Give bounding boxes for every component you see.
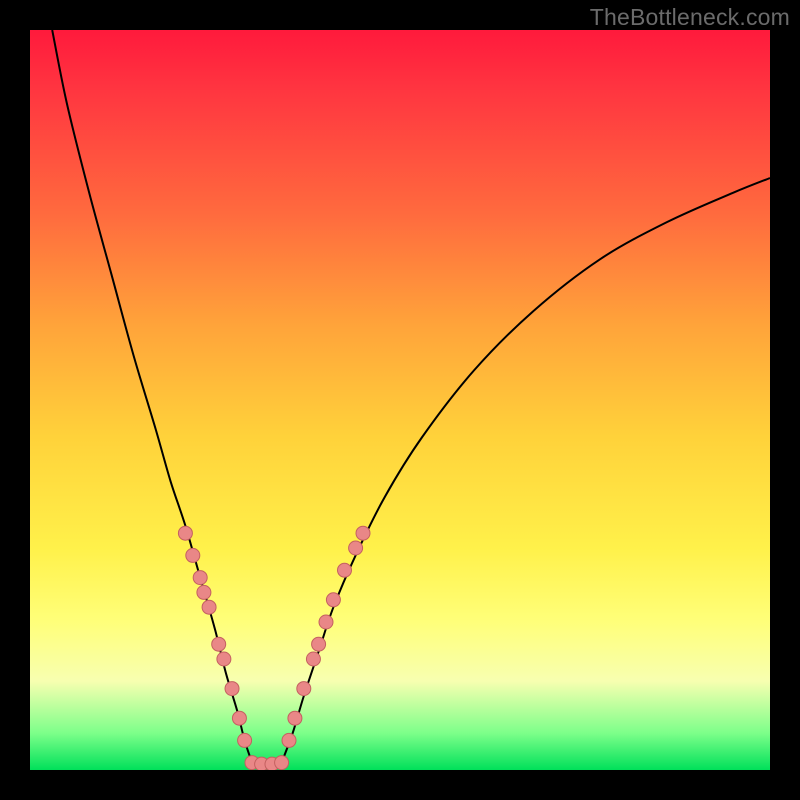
- chart-overlay: [30, 30, 770, 770]
- watermark-text: TheBottleneck.com: [590, 4, 790, 31]
- data-dot: [282, 733, 296, 747]
- data-dot: [319, 615, 333, 629]
- data-dot: [306, 652, 320, 666]
- data-dot: [202, 600, 216, 614]
- data-dot: [217, 652, 231, 666]
- data-dot: [238, 733, 252, 747]
- curve-right-branch: [282, 178, 770, 763]
- data-dot: [356, 526, 370, 540]
- data-dot: [349, 541, 363, 555]
- data-dot: [338, 563, 352, 577]
- data-dot: [326, 593, 340, 607]
- plot-area: [30, 30, 770, 770]
- data-dot: [197, 585, 211, 599]
- data-dot: [186, 548, 200, 562]
- data-dot: [275, 756, 289, 770]
- data-dot: [312, 637, 326, 651]
- data-dot: [193, 571, 207, 585]
- data-dot: [288, 711, 302, 725]
- data-dot: [232, 711, 246, 725]
- data-dot: [297, 682, 311, 696]
- chart-frame: TheBottleneck.com: [0, 0, 800, 800]
- data-dot: [225, 682, 239, 696]
- data-dot: [212, 637, 226, 651]
- data-dots: [178, 526, 370, 770]
- data-dot: [178, 526, 192, 540]
